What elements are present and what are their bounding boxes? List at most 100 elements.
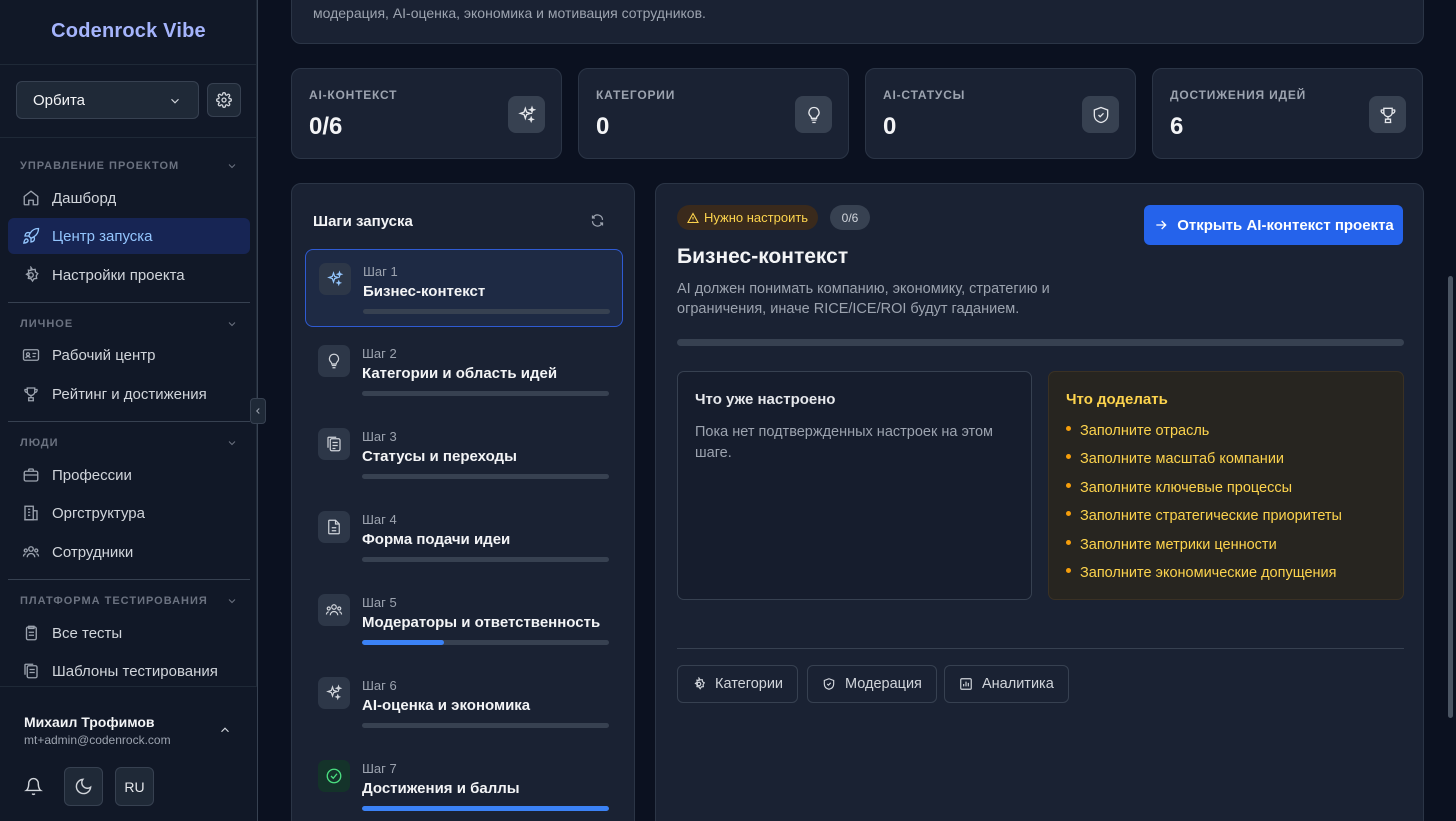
chevron-down-icon[interactable] bbox=[226, 318, 238, 330]
sidebar-item-label: Профессии bbox=[52, 466, 132, 484]
analytics-link-button[interactable]: Аналитика bbox=[944, 665, 1069, 703]
chevron-down-icon[interactable] bbox=[226, 437, 238, 449]
sidebar: Codenrock Vibe Орбита УПРАВЛЕНИЕ ПРОЕКТО… bbox=[0, 0, 257, 821]
step-item-4[interactable]: Шаг 4 Форма подачи идеи bbox=[305, 498, 623, 576]
step-progress bbox=[363, 309, 610, 314]
progress-count-badge: 0/6 bbox=[830, 205, 870, 230]
step-item-6[interactable]: Шаг 6 AI-оценка и экономика bbox=[305, 664, 623, 742]
lightbulb-icon bbox=[318, 345, 350, 377]
todo-item: Заполните стратегические приоритеты bbox=[1066, 506, 1342, 534]
divider bbox=[0, 137, 257, 138]
categories-link-button[interactable]: Категории bbox=[677, 665, 799, 703]
sidebar-item-label: Сотрудники bbox=[52, 543, 134, 561]
chevron-down-icon[interactable] bbox=[226, 595, 238, 607]
sidebar-item-rating[interactable]: Рейтинг и достижения bbox=[8, 376, 250, 412]
step-name: Модераторы и ответственность bbox=[362, 614, 601, 631]
sidebar-item-test-templates[interactable]: Шаблоны тестирования bbox=[8, 653, 250, 689]
categories-link-label: Категории bbox=[715, 676, 784, 692]
open-ai-context-button[interactable]: Открыть AI-контекст проекта bbox=[1144, 205, 1403, 245]
step-name: Форма подачи идеи bbox=[362, 531, 511, 548]
step-item-7[interactable]: Шаг 7 Достижения и баллы bbox=[305, 747, 623, 821]
group-label-testing: ПЛАТФОРМА ТЕСТИРОВАНИЯ bbox=[20, 595, 208, 607]
id-card-icon bbox=[22, 346, 40, 364]
step-number: Шаг 6 bbox=[362, 678, 397, 693]
project-select[interactable]: Орбита bbox=[16, 81, 199, 119]
step-number: Шаг 7 bbox=[362, 761, 397, 776]
home-icon bbox=[22, 189, 40, 207]
step-number: Шаг 5 bbox=[362, 595, 397, 610]
step-detail-panel: Нужно настроить 0/6 Открыть AI-контекст … bbox=[655, 183, 1424, 821]
step-item-5[interactable]: Шаг 5 Модераторы и ответственность bbox=[305, 581, 623, 659]
stat-label: AI-КОНТЕКСТ bbox=[309, 88, 398, 102]
refresh-icon[interactable] bbox=[590, 213, 605, 228]
sidebar-item-label: Оргструктура bbox=[52, 504, 145, 522]
status-badge: Нужно настроить bbox=[677, 205, 819, 230]
divider bbox=[8, 579, 250, 580]
sidebar-collapse-handle[interactable] bbox=[250, 398, 266, 424]
page-title: Бизнес-контекст bbox=[677, 245, 849, 268]
bell-icon[interactable] bbox=[24, 777, 43, 796]
lightbulb-icon bbox=[795, 96, 832, 133]
stat-label: КАТЕГОРИИ bbox=[596, 88, 676, 102]
users-icon bbox=[22, 543, 40, 561]
sparkles-icon bbox=[318, 677, 350, 709]
sidebar-item-org-structure[interactable]: Оргструктура bbox=[8, 495, 250, 531]
sidebar-item-employees[interactable]: Сотрудники bbox=[8, 534, 250, 570]
chevron-down-icon bbox=[168, 94, 182, 108]
step-name: AI-оценка и экономика bbox=[362, 697, 531, 714]
divider bbox=[677, 648, 1404, 649]
sidebar-item-label: Центр запуска bbox=[52, 227, 153, 245]
scrollbar[interactable] bbox=[1448, 276, 1453, 718]
divider bbox=[0, 64, 257, 65]
step-progress bbox=[362, 391, 609, 396]
theme-toggle-button[interactable] bbox=[64, 767, 103, 806]
users-icon bbox=[318, 594, 350, 626]
step-progress-fill bbox=[362, 806, 609, 811]
shield-check-icon bbox=[822, 677, 845, 691]
user-name[interactable]: Михаил Трофимов bbox=[24, 714, 155, 730]
step-name: Бизнес-контекст bbox=[363, 283, 486, 300]
todo-list: Заполните отрасль Заполните масштаб комп… bbox=[1066, 421, 1342, 591]
building-icon bbox=[22, 504, 40, 522]
group-label-project: УПРАВЛЕНИЕ ПРОЕКТОМ bbox=[20, 160, 180, 172]
divider bbox=[8, 302, 250, 303]
brand-logo[interactable]: Codenrock Vibe bbox=[0, 20, 257, 43]
sidebar-item-professions[interactable]: Профессии bbox=[8, 457, 250, 493]
configured-text: Пока нет подтвержденных настроек на этом… bbox=[695, 424, 994, 461]
step-number: Шаг 4 bbox=[362, 512, 397, 527]
chevron-down-icon[interactable] bbox=[226, 160, 238, 172]
step-number: Шаг 3 bbox=[362, 429, 397, 444]
bar-chart-icon bbox=[959, 677, 982, 691]
sidebar-item-project-settings[interactable]: Настройки проекта bbox=[8, 257, 250, 293]
sidebar-item-label: Рейтинг и достижения bbox=[52, 385, 207, 403]
file-text-icon bbox=[318, 511, 350, 543]
stat-value: 0/6 bbox=[309, 113, 343, 140]
moderation-link-button[interactable]: Модерация bbox=[807, 665, 937, 703]
step-item-2[interactable]: Шаг 2 Категории и область идей bbox=[305, 332, 623, 410]
sidebar-item-workspace[interactable]: Рабочий центр bbox=[8, 337, 250, 373]
stat-label: AI-СТАТУСЫ bbox=[883, 88, 966, 102]
step-progress bbox=[362, 723, 609, 728]
clipboard-icon bbox=[22, 624, 40, 642]
warning-icon bbox=[687, 211, 704, 224]
step-item-3[interactable]: Шаг 3 Статусы и переходы bbox=[305, 415, 623, 493]
step-progress-fill bbox=[362, 640, 444, 645]
chevron-up-icon[interactable] bbox=[218, 723, 232, 737]
sidebar-item-label: Шаблоны тестирования bbox=[52, 662, 218, 680]
sidebar-item-dashboard[interactable]: Дашборд bbox=[8, 180, 250, 216]
step-item-1[interactable]: Шаг 1 Бизнес-контекст bbox=[305, 249, 623, 327]
shield-check-icon bbox=[1082, 96, 1119, 133]
sidebar-item-label: Настройки проекта bbox=[52, 266, 185, 284]
gear-icon bbox=[22, 266, 40, 284]
arrow-right-icon bbox=[1153, 217, 1177, 233]
stat-card-achievements: ДОСТИЖЕНИЯ ИДЕЙ 6 bbox=[1152, 68, 1423, 159]
sidebar-item-all-tests[interactable]: Все тесты bbox=[8, 615, 250, 651]
language-button[interactable]: RU bbox=[115, 767, 154, 806]
sidebar-item-launch-center[interactable]: Центр запуска bbox=[8, 218, 250, 254]
step-name: Категории и область идей bbox=[362, 365, 558, 382]
step-name: Статусы и переходы bbox=[362, 448, 517, 465]
briefcase-icon bbox=[22, 466, 40, 484]
project-settings-button[interactable] bbox=[207, 83, 241, 117]
todo-item: Заполните экономические допущения bbox=[1066, 563, 1342, 591]
todo-item: Заполните отрасль bbox=[1066, 421, 1342, 449]
